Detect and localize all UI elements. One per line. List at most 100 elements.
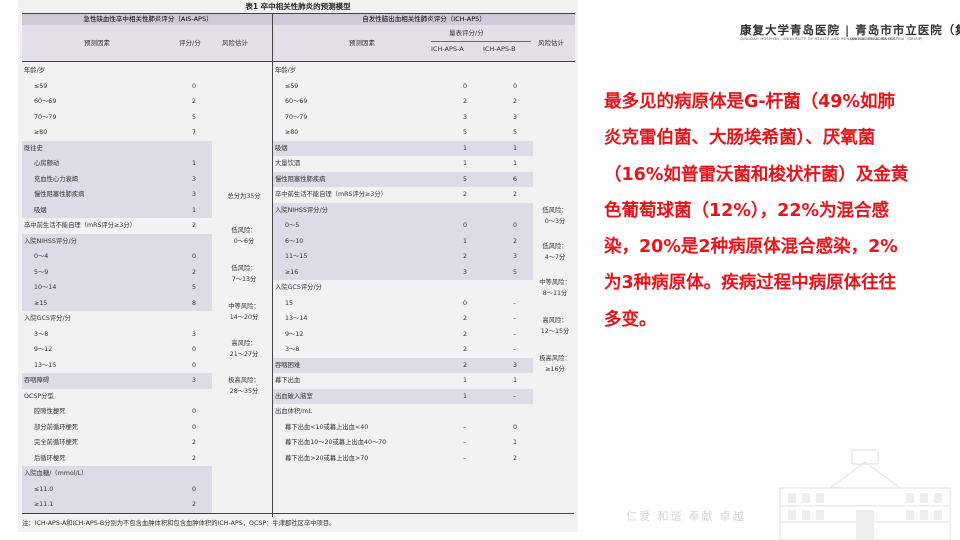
header-score-group: 量表评分/分 bbox=[449, 29, 484, 37]
row-score-a: 2 bbox=[463, 346, 468, 353]
table-row: ≤59 0 bbox=[22, 79, 212, 95]
row-score: 2 bbox=[192, 454, 197, 462]
row-factor: 完全前循环梗死 bbox=[34, 439, 79, 446]
row-score-a: 1 bbox=[463, 377, 468, 384]
hospital-motto-watermark: 仁爱 和谐 奉献 卓越 bbox=[626, 509, 746, 523]
table-row: 后循环梗死 2 bbox=[22, 451, 212, 467]
row-factor: 0～5 bbox=[285, 222, 300, 229]
row-score-a: – bbox=[463, 423, 467, 431]
row-factor: 60～69 bbox=[285, 98, 308, 105]
row-factor: 13～15 bbox=[34, 361, 57, 369]
row-score: 2 bbox=[192, 439, 197, 446]
row-score-b: 2 bbox=[513, 237, 518, 245]
row-score: 0 bbox=[192, 423, 197, 431]
risk-estimate: 低风险： 0～3分 bbox=[542, 207, 568, 225]
header-factor: 预测因素 bbox=[349, 39, 375, 47]
ich-aps-header: 预测因素 量表评分/分 ICH-APS-A ICH-APS-B 风险估计 bbox=[273, 25, 575, 62]
table-row: 吞咽障碍 3 bbox=[22, 373, 212, 389]
hospital-logo-name: 康复大学青岛医院 | 青岛市市立医院（集团） bbox=[740, 23, 960, 37]
table-row: 充血性心力衰竭 3 bbox=[22, 171, 212, 187]
row-factor: 9～12 bbox=[34, 346, 53, 353]
risk-estimate: 高风险： 12～15分 bbox=[540, 317, 570, 335]
table-row: 年龄/岁 bbox=[22, 63, 212, 79]
row-score-b: 1 bbox=[513, 377, 518, 384]
table-row: ≥80 5 5 bbox=[273, 125, 533, 141]
row-factor: 15 bbox=[285, 299, 294, 307]
row-score-a: 2 bbox=[463, 330, 468, 338]
table-row: 0～5 0 0 bbox=[273, 218, 533, 234]
row-score-b: 1 bbox=[513, 439, 518, 446]
row-factor: 3～8 bbox=[34, 330, 49, 338]
risk-estimate: 极高风险： 28～35分 bbox=[228, 377, 260, 395]
table-row: 腔隙性梗死 0 bbox=[22, 404, 212, 420]
row-factor: ≥11.1 bbox=[34, 501, 54, 508]
table-row: 既往史 bbox=[22, 140, 212, 156]
row-score-a: 3 bbox=[463, 268, 468, 276]
row-factor: 年龄/岁 bbox=[275, 67, 297, 74]
prediction-model-table: 表1 卒中相关性肺炎的预测模型 急性缺血性卒中相关性肺炎评分（AIS-APS） … bbox=[18, 0, 578, 532]
row-score: 3 bbox=[192, 191, 197, 198]
risk-estimate: 低风险： 0～6分 bbox=[231, 227, 257, 245]
table-row: ≤11.0 0 bbox=[22, 481, 212, 497]
row-score-b: 2 bbox=[513, 98, 518, 105]
row-score-b: – bbox=[513, 315, 517, 322]
risk-estimate: 总分为35分 bbox=[227, 193, 261, 200]
pathogen-paragraph: 最多见的病原体是G-杆菌（49%如肺炎克雷伯菌、大肠埃希菌）、厌氧菌（16%如普… bbox=[604, 92, 909, 330]
row-factor: 幕下出血 bbox=[275, 377, 301, 384]
table-row: 出血体积/mL bbox=[273, 404, 533, 420]
row-score-a: 5 bbox=[463, 175, 468, 183]
table-row: 入院NIHSS评分/分 bbox=[273, 202, 533, 218]
table-row: 入院NIHSS评分/分 bbox=[22, 233, 212, 249]
table-row: 13～15 0 bbox=[22, 358, 212, 374]
table-row: 11～15 2 3 bbox=[273, 249, 533, 265]
row-score-a: 1 bbox=[463, 237, 468, 245]
header-score-a: ICH-APS-A bbox=[431, 45, 464, 53]
table-row: 入院GCS评分/分 bbox=[22, 311, 212, 327]
row-score-a: 1 bbox=[463, 144, 468, 152]
risk-estimate: 中等风险： 14～20分 bbox=[228, 303, 260, 321]
table-row: 9～12 2 – bbox=[273, 327, 533, 343]
table-row: 9～12 0 bbox=[22, 342, 212, 358]
table-row: 吸烟 1 1 bbox=[273, 140, 533, 156]
table-row: 60～69 2 2 bbox=[273, 94, 533, 110]
row-factor: 入院GCS评分/分 bbox=[24, 315, 71, 322]
row-score-b: 0 bbox=[513, 423, 518, 431]
table-row: ≥15 8 bbox=[22, 295, 212, 311]
row-score: 1 bbox=[192, 206, 197, 214]
table-row: 入院GCS评分/分 bbox=[273, 280, 533, 296]
row-factor: 后循环梗死 bbox=[34, 454, 66, 462]
table-row: 卒中前生活不能自理（mRS评分≥3分） 2 2 bbox=[273, 187, 533, 203]
row-factor: 60～69 bbox=[34, 98, 57, 105]
table-row: 幕下出血>20或幕上出血>70 – 2 bbox=[273, 451, 533, 467]
row-score: 5 bbox=[192, 113, 197, 121]
table-row: 心房颤动 1 bbox=[22, 156, 212, 172]
risk-estimate: 中等风险： 8～11分 bbox=[539, 279, 571, 297]
row-score-a: 1 bbox=[463, 160, 468, 167]
table-row: 慢性阻塞性肺疾病 5 6 bbox=[273, 171, 533, 187]
table-row: 60～69 2 bbox=[22, 94, 212, 110]
table-row: 大量饮酒 1 1 bbox=[273, 156, 533, 172]
table-row: 70～79 5 bbox=[22, 110, 212, 126]
table-row: ≥80 7 bbox=[22, 125, 212, 141]
row-score-b: 1 bbox=[513, 144, 518, 152]
header-risk: 风险估计 bbox=[538, 39, 564, 47]
row-score-b: 6 bbox=[513, 175, 518, 183]
row-score: 0 bbox=[192, 346, 197, 353]
row-score-a: – bbox=[463, 439, 467, 446]
table-row: 15 0 – bbox=[273, 296, 533, 312]
row-factor: 入院NIHSS评分/分 bbox=[275, 206, 328, 214]
row-score-b: 3 bbox=[513, 361, 518, 369]
row-score: 0 bbox=[192, 253, 197, 260]
row-factor: 吞咽困难 bbox=[275, 361, 301, 369]
row-score: 0 bbox=[192, 485, 197, 493]
row-factor: 入院NIHSS评分/分 bbox=[24, 237, 77, 245]
row-factor: 6～10 bbox=[285, 237, 304, 245]
row-score: 0 bbox=[192, 82, 197, 90]
row-factor: ≤59 bbox=[285, 82, 299, 90]
table-row: ≥11.1 2 bbox=[22, 497, 212, 513]
row-score: 3 bbox=[192, 175, 197, 183]
table-row: 吸烟 1 bbox=[22, 202, 212, 218]
row-score: 2 bbox=[192, 501, 197, 508]
risk-estimate: 低风险： 4～7分 bbox=[542, 243, 568, 261]
table-row: 幕下出血 1 1 bbox=[273, 373, 533, 389]
